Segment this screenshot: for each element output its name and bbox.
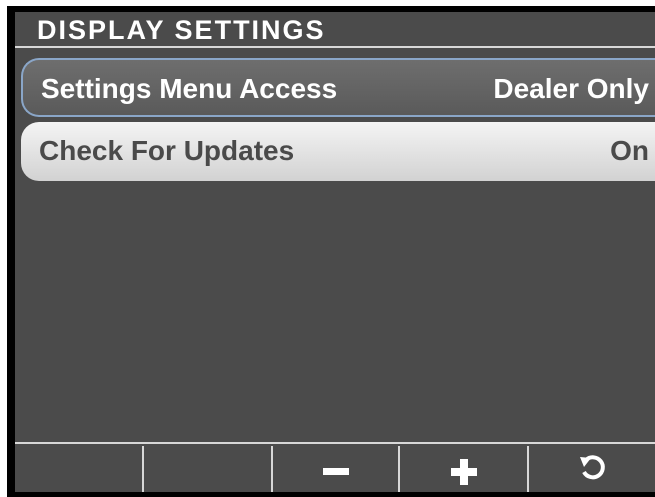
softkey-back-button[interactable] — [529, 446, 655, 492]
menu-item-label: Check For Updates — [39, 135, 295, 166]
menu-item-value: On — [610, 135, 649, 166]
menu-item-value: Dealer Only — [493, 73, 649, 104]
softkey-minus-button[interactable] — [273, 446, 400, 492]
minus-icon — [322, 468, 349, 475]
menu-item-settings-menu-access[interactable]: Settings Menu Access Dealer Only — [21, 58, 655, 117]
display-screen: DISPLAY SETTINGS Settings Menu Access De… — [15, 12, 655, 492]
menu-item-check-for-updates[interactable]: Check For Updates On — [21, 122, 655, 181]
menu-item-label: Settings Menu Access — [41, 73, 338, 104]
softkey-plus-button[interactable] — [400, 446, 529, 492]
back-arrow-icon — [577, 450, 607, 490]
plus-icon — [450, 459, 477, 485]
softkey-1-blank[interactable] — [15, 446, 144, 492]
softkey-bar — [15, 442, 655, 492]
softkey-2-blank[interactable] — [144, 446, 273, 492]
screen-header: DISPLAY SETTINGS — [15, 12, 655, 48]
page-title: DISPLAY SETTINGS — [37, 15, 326, 45]
